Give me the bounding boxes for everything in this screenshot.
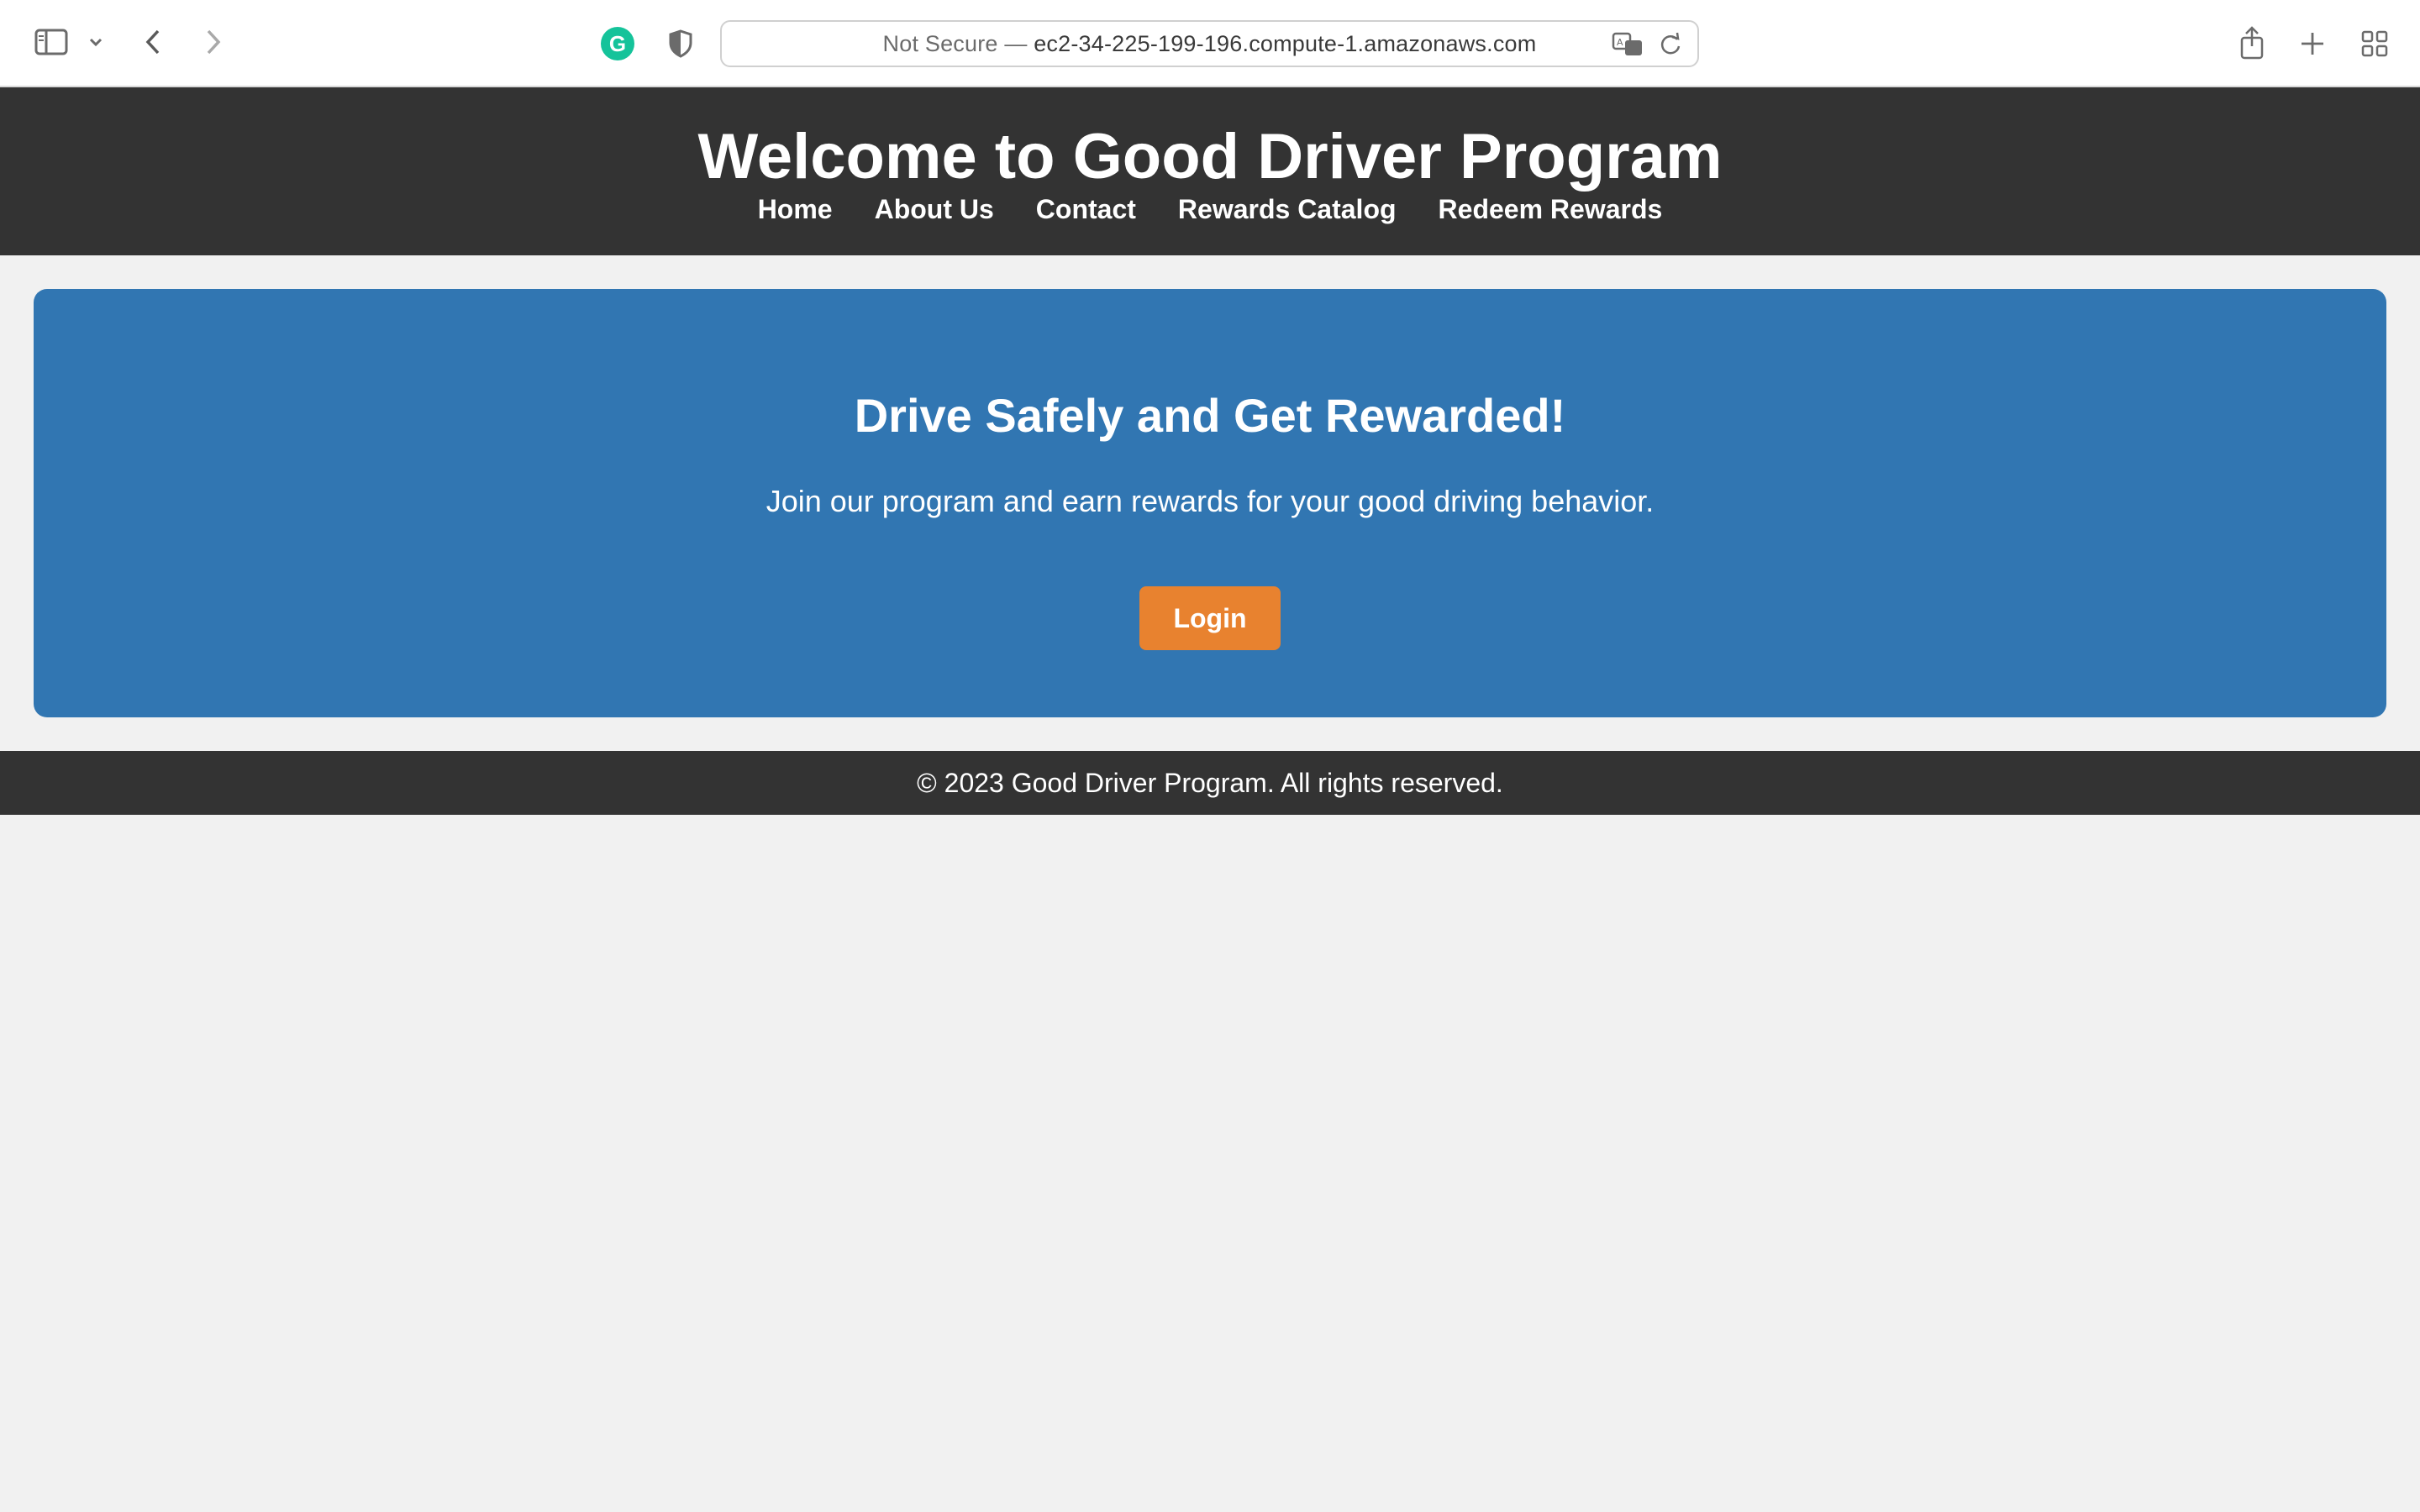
forward-icon[interactable] xyxy=(198,25,229,59)
new-tab-icon[interactable] xyxy=(2296,27,2329,60)
main-nav: Home About Us Contact Rewards Catalog Re… xyxy=(0,188,2420,230)
address-text: Not Secure — ec2-34-225-199-196.compute-… xyxy=(722,22,1697,66)
nav-home[interactable]: Home xyxy=(758,188,833,230)
grammarly-icon[interactable]: G xyxy=(601,27,634,60)
privacy-shield-icon[interactable] xyxy=(664,27,697,60)
tab-overview-icon[interactable] xyxy=(2358,27,2391,60)
address-bar[interactable]: Not Secure — ec2-34-225-199-196.compute-… xyxy=(720,20,1699,67)
site-footer: © 2023 Good Driver Program. All rights r… xyxy=(0,751,2420,815)
footer-copyright: © 2023 Good Driver Program. All rights r… xyxy=(917,767,1503,798)
not-secure-label: Not Secure — xyxy=(882,30,1028,56)
nav-contact[interactable]: Contact xyxy=(1036,188,1136,230)
nav-rewards-catalog[interactable]: Rewards Catalog xyxy=(1178,188,1397,230)
nav-redeem-rewards[interactable]: Redeem Rewards xyxy=(1439,188,1663,230)
back-icon[interactable] xyxy=(138,25,168,59)
address-host: ec2-34-225-199-196.compute-1.amazonaws.c… xyxy=(1034,30,1537,56)
site-header: Welcome to Good Driver Program Home Abou… xyxy=(0,87,2420,255)
reload-icon[interactable] xyxy=(1659,32,1682,61)
share-icon[interactable] xyxy=(2235,24,2269,62)
browser-toolbar: G Not Secure — ec2-34-225-199-196.comput… xyxy=(0,0,2420,87)
hero-heading: Drive Safely and Get Rewarded! xyxy=(854,389,1566,442)
hero-text: Join our program and earn rewards for yo… xyxy=(765,484,1655,518)
hero-banner: Drive Safely and Get Rewarded! Join our … xyxy=(34,289,2386,717)
sidebar-toggle-icon[interactable] xyxy=(32,25,71,59)
svg-text:A: A xyxy=(1617,37,1623,48)
translate-icon[interactable]: A xyxy=(1612,32,1645,61)
login-button[interactable]: Login xyxy=(1139,586,1281,650)
page-title: Welcome to Good Driver Program xyxy=(697,121,1723,192)
chevron-down-icon[interactable] xyxy=(84,30,108,54)
nav-about-us[interactable]: About Us xyxy=(875,188,994,230)
address-icons: A xyxy=(1612,32,1682,61)
